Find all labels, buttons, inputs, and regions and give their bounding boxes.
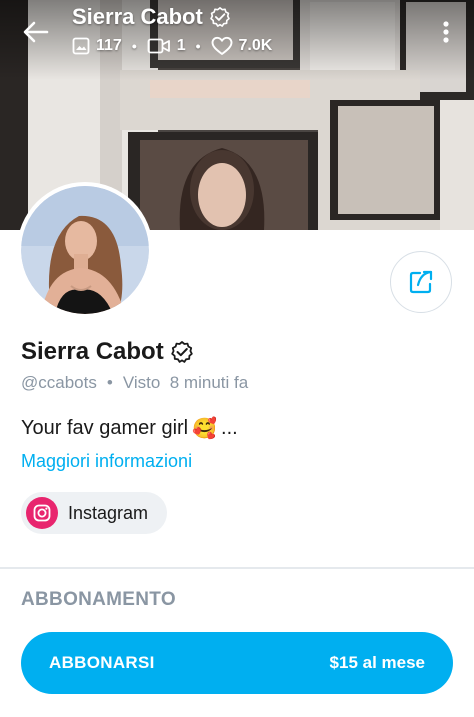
stats-separator: • xyxy=(195,38,201,54)
header-title: Sierra Cabot xyxy=(72,4,203,29)
photos-count: 117 xyxy=(96,37,122,54)
header-title-row: Sierra Cabot xyxy=(72,4,231,30)
subscription-section-title: ABBONAMENTO xyxy=(21,589,176,610)
section-divider xyxy=(0,567,474,569)
likes-stat: 7.0K xyxy=(211,36,273,56)
video-icon xyxy=(147,38,170,54)
image-icon xyxy=(72,37,90,55)
top-bar: Sierra Cabot 117 • 1 • 7.0K xyxy=(0,0,474,70)
meta-separator: • xyxy=(106,373,113,392)
instagram-icon xyxy=(33,504,51,522)
subscribe-price: $15 al mese xyxy=(329,653,425,672)
profile-name: Sierra Cabot xyxy=(21,338,164,365)
header-stats: 117 • 1 • 7.0K xyxy=(72,35,272,57)
profile-bio: Your fav gamer girl 🥰 ... xyxy=(21,414,238,442)
subscribe-button[interactable]: ABBONARSI $15 al mese xyxy=(21,632,453,694)
videos-count: 1 xyxy=(176,37,186,54)
avatar-image xyxy=(21,186,149,314)
instagram-icon-badge xyxy=(26,497,58,529)
verified-badge-icon xyxy=(210,7,230,27)
profile-meta-row: @ccabots • Visto 8 minuti fa xyxy=(21,372,248,394)
last-seen: Visto 8 minuti fa xyxy=(122,373,249,392)
subscribe-label: ABBONARSI xyxy=(49,653,155,672)
avatar[interactable] xyxy=(21,186,149,314)
bio-emoji: 🥰 xyxy=(192,417,218,440)
arrow-left-icon xyxy=(23,21,49,43)
likes-count: 7.0K xyxy=(238,37,273,54)
bio-ellipsis: ... xyxy=(221,416,238,439)
instagram-link[interactable]: Instagram xyxy=(21,492,167,534)
bio-text: Your fav gamer girl xyxy=(21,416,189,439)
instagram-label: Instagram xyxy=(68,502,149,523)
stats-separator: • xyxy=(131,38,137,54)
videos-stat[interactable]: 1 xyxy=(147,37,186,55)
photos-stat[interactable]: 117 xyxy=(72,37,122,55)
profile-name-row: Sierra Cabot xyxy=(21,337,194,367)
verified-badge-icon xyxy=(171,341,193,363)
more-vertical-icon xyxy=(443,21,449,43)
more-options-button[interactable] xyxy=(436,14,456,50)
heart-icon xyxy=(211,36,232,55)
share-button[interactable] xyxy=(390,251,452,313)
profile-handle: @ccabots xyxy=(21,373,97,392)
share-icon xyxy=(409,270,433,294)
back-button[interactable] xyxy=(18,14,54,50)
more-info-link[interactable]: Maggiori informazioni xyxy=(21,451,192,473)
